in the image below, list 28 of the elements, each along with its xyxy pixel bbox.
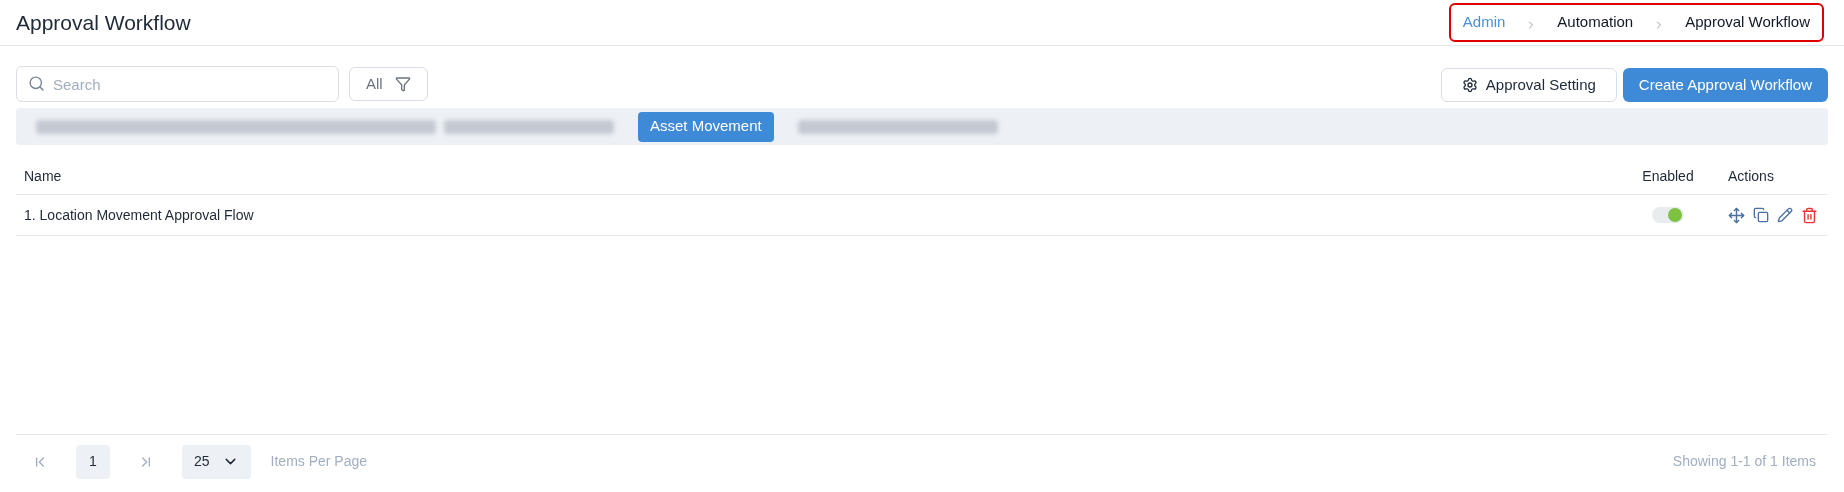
breadcrumb-item: Approval Workflow <box>1685 12 1810 33</box>
page-size-label: Items Per Page <box>270 452 368 471</box>
delete-icon[interactable] <box>1801 206 1818 224</box>
tab[interactable]: Asset Movement <box>638 111 774 142</box>
page-title: Approval Workflow <box>16 9 191 36</box>
search-field[interactable]: Search <box>16 66 339 102</box>
column-header: Actions <box>1727 167 1775 186</box>
filter-icon <box>394 76 411 92</box>
page-size-select[interactable]: 25 <box>182 444 251 479</box>
search-icon <box>28 75 45 92</box>
settings-button[interactable]: Approval Setting <box>1440 68 1617 102</box>
settings-icon <box>1461 77 1478 93</box>
redacted-tab[interactable] <box>36 119 436 134</box>
column-header: Name <box>23 167 63 186</box>
filter-button[interactable]: All <box>349 67 428 101</box>
pagination-summary: Showing 1-1 of 1 Items <box>1672 452 1816 471</box>
edit-icon[interactable] <box>1777 207 1793 223</box>
copy-icon[interactable] <box>1753 207 1769 223</box>
breadcrumb-link[interactable]: Admin <box>1462 11 1506 34</box>
create-button[interactable]: Create Approval Workflow <box>1622 68 1828 102</box>
breadcrumb-item: Automation <box>1557 12 1634 33</box>
column-header: Enabled <box>1641 167 1695 186</box>
redacted-tab[interactable] <box>797 119 998 134</box>
redacted-tab[interactable] <box>444 119 614 134</box>
toggle-switch[interactable] <box>1652 207 1684 223</box>
page-button[interactable]: 1 <box>76 444 110 479</box>
table-cell-text: 1. Location Movement Approval Flow <box>23 205 255 225</box>
move-icon[interactable] <box>1728 206 1745 224</box>
